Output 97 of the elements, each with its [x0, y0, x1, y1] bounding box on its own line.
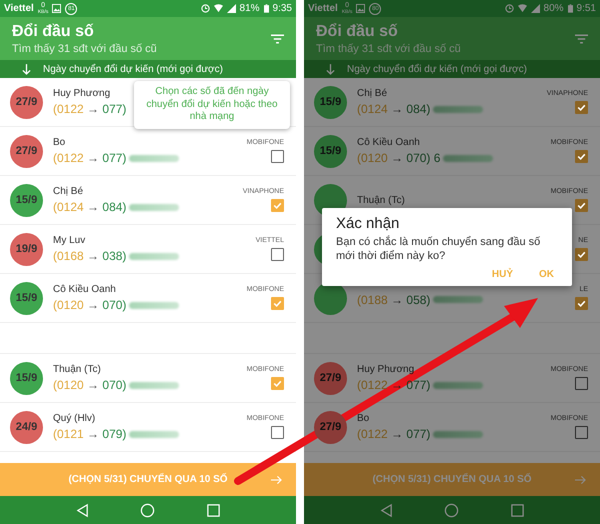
- blurred-digits: [129, 382, 180, 388]
- checkbox[interactable]: [575, 377, 588, 390]
- contact-name: Huy Phương: [357, 364, 414, 375]
- image-icon: [52, 4, 62, 13]
- clock-time: 9:35: [272, 3, 292, 14]
- phone-number: (0122 → 077): [53, 151, 126, 165]
- contact-name: Cô Kiều Oanh: [53, 284, 116, 295]
- contact-name: Thuận (Tc): [53, 364, 101, 375]
- signal-icon: [226, 4, 236, 13]
- action-label: (CHỌN 5/31) CHUYỂN QUA 10 SỐ: [372, 474, 532, 485]
- down-arrow-icon: [326, 64, 335, 74]
- clock-time: 9:51: [576, 3, 596, 14]
- battery-percent: 80%: [544, 3, 564, 14]
- back-icon[interactable]: [379, 502, 394, 518]
- wifi-icon: [214, 4, 223, 13]
- blurred-digits: [129, 252, 180, 260]
- checkbox[interactable]: [575, 297, 588, 310]
- dialog-message: Bạn có chắc là muốn chuyển sang đầu số mới thời điểm này ko?: [336, 236, 542, 264]
- phone-number: (0121 → 079): [53, 427, 126, 441]
- blurred-digits: [129, 154, 180, 162]
- date-circle: 27/9: [10, 134, 43, 168]
- date-circle: 27/9: [314, 362, 347, 394]
- checkbox[interactable]: [575, 101, 588, 114]
- phone-number: (0188 → 058): [357, 292, 430, 306]
- sort-label: Ngày chuyển đổi dự kiến (mới gọi được): [43, 64, 223, 74]
- date-circle: 27/9: [10, 86, 43, 118]
- date-circle: 15/9: [10, 282, 43, 314]
- screen-subtitle: Tìm thấy 31 sđt với đầu số cũ: [316, 42, 462, 54]
- home-icon[interactable]: [444, 502, 460, 518]
- date-circle: 19/9: [10, 232, 43, 266]
- checkbox[interactable]: [575, 426, 588, 439]
- phone-number: (0122 → 077): [357, 378, 430, 392]
- sort-bar[interactable]: Ngày chuyển đổi dự kiến (mới gọi được): [0, 60, 296, 78]
- phone-number: (0120 → 070): [53, 298, 126, 312]
- sort-label: Ngày chuyển đổi dự kiến (mới gọi được): [347, 64, 527, 74]
- contact-name: Bo: [53, 137, 66, 148]
- battery-icon: [264, 4, 269, 13]
- action-label: (CHỌN 5/31) CHUYỂN QUA 10 SỐ: [68, 474, 228, 485]
- phone-number: (0122 → 077): [357, 427, 430, 441]
- date-circle: 15/9: [10, 362, 43, 394]
- carrier-name: Viettel: [4, 3, 34, 14]
- blurred-digits: [129, 430, 180, 438]
- phone-number: (0124 → 084): [53, 200, 126, 214]
- checkbox[interactable]: [271, 426, 284, 439]
- screen-title: Đổi đầu số: [12, 22, 95, 40]
- checkbox[interactable]: [271, 199, 284, 212]
- hint-text: Chọn các số đã đến ngày chuyển đổi dự kiến hoặc theo nhà mạng: [146, 86, 278, 122]
- battery-icon: [568, 4, 573, 13]
- blurred-digits: [129, 204, 180, 210]
- date-circle: 24/9: [10, 410, 43, 444]
- date-circle: 15/9: [314, 134, 347, 168]
- contact-name: Bo: [357, 413, 370, 424]
- contact-name: Huy Phương: [53, 88, 110, 99]
- checkbox[interactable]: [575, 248, 588, 261]
- right-arrow-icon: [271, 474, 282, 484]
- checkbox[interactable]: [271, 150, 284, 163]
- back-icon[interactable]: [75, 502, 90, 518]
- checkbox[interactable]: [271, 297, 284, 310]
- home-icon[interactable]: [140, 502, 156, 518]
- blurred-digits: [433, 106, 484, 112]
- carrier-name: Viettel: [308, 3, 338, 14]
- phone-number: (0122 → 077): [53, 102, 126, 116]
- phone-number: (0120 → 070) 6: [357, 151, 440, 165]
- checkbox[interactable]: [271, 248, 284, 261]
- sort-bar[interactable]: Ngày chuyển đổi dự kiến (mới gọi được): [304, 60, 600, 78]
- date-circle: 27/9: [314, 410, 347, 444]
- phone-number: (0168 → 038): [53, 249, 126, 263]
- date-circle: 15/9: [314, 86, 347, 118]
- checkbox[interactable]: [575, 150, 588, 163]
- battery-percent: 81%: [240, 3, 260, 14]
- blurred-digits: [433, 296, 484, 303]
- phone-number: (0124 → 084): [357, 102, 430, 116]
- signal-icon: [530, 4, 540, 13]
- contact-name: Quý (Hlv): [53, 413, 96, 424]
- checkbox[interactable]: [575, 199, 588, 212]
- right-arrow-icon: [575, 474, 586, 484]
- contact-name: Chị Bé: [53, 186, 84, 197]
- checkbox[interactable]: [271, 377, 284, 390]
- recents-icon[interactable]: [206, 502, 221, 518]
- filter-icon[interactable]: [575, 34, 588, 44]
- blurred-digits: [433, 382, 484, 388]
- filter-icon[interactable]: [271, 34, 284, 44]
- blurred-digits: [129, 302, 180, 308]
- phone-number: (0120 → 070): [53, 378, 126, 392]
- screen-title: Đổi đầu số: [316, 22, 399, 40]
- wifi-icon: [518, 4, 527, 13]
- contact-name: Cô Kiều Oanh: [357, 137, 420, 148]
- contact-name: Chị Bé: [357, 88, 388, 99]
- contact-name: Thuận (Tc): [357, 194, 405, 206]
- contact-name: My Luv: [53, 235, 86, 246]
- down-arrow-icon: [22, 64, 31, 74]
- image-icon: [356, 4, 366, 13]
- date-circle: 15/9: [10, 184, 43, 216]
- recents-icon[interactable]: [510, 502, 525, 518]
- blurred-digits: [433, 430, 484, 438]
- screen-subtitle: Tìm thấy 31 sđt với đầu số cũ: [12, 42, 158, 54]
- blurred-digits: [443, 154, 494, 162]
